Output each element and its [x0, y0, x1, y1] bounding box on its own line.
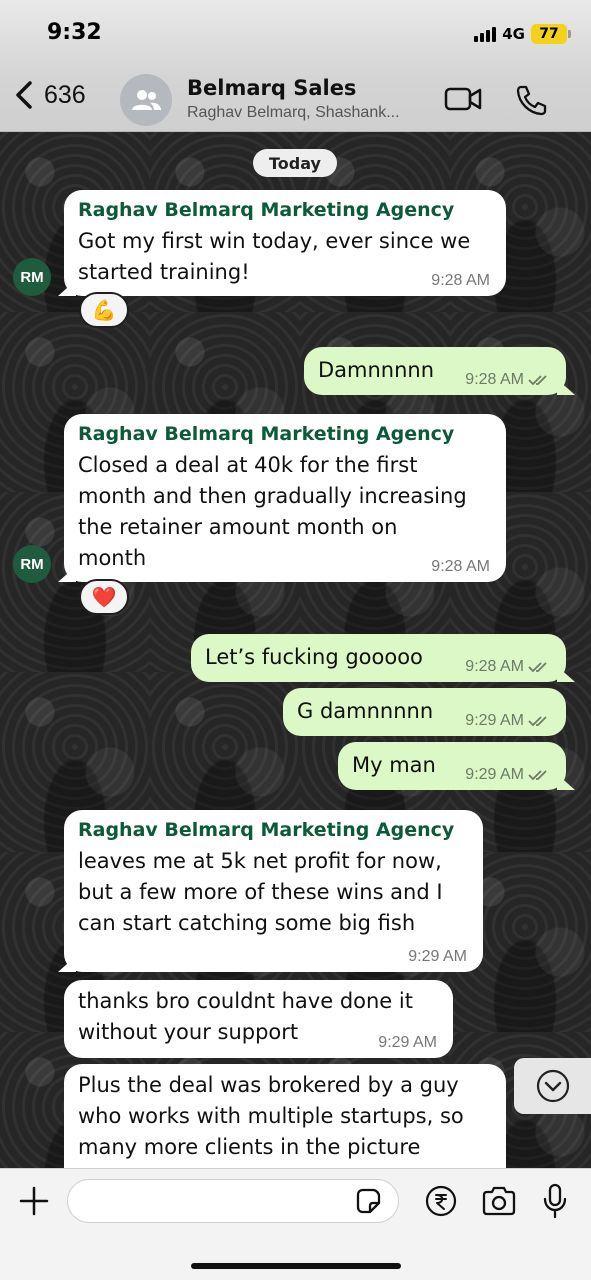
- message-time: 9:29 AM: [408, 948, 467, 965]
- camera-icon: [482, 1186, 516, 1216]
- microphone-button[interactable]: [542, 1183, 568, 1224]
- video-camera-icon: [444, 87, 482, 111]
- message-text: Damnnnnn: [318, 358, 435, 382]
- scroll-to-bottom-button[interactable]: [514, 1058, 591, 1114]
- chat-header: 9:32 4G 77 636 Belmarq Sales Raghav Belm…: [0, 0, 591, 132]
- message-incoming[interactable]: thanks bro couldnt have done it without …: [64, 980, 453, 1058]
- battery-icon: 77: [531, 24, 571, 44]
- message-time: 9:28 AM: [431, 272, 490, 289]
- chat-messages[interactable]: Today Raghav Belmarq Marketing Agency Go…: [0, 132, 591, 1168]
- message-incoming[interactable]: Raghav Belmarq Marketing Agency Got my f…: [58, 190, 506, 296]
- message-time: 9:29 AM: [465, 766, 550, 784]
- microphone-icon: [543, 1183, 567, 1219]
- group-avatar[interactable]: [120, 74, 172, 126]
- payment-button[interactable]: [425, 1185, 457, 1222]
- back-button[interactable]: 636: [14, 80, 86, 110]
- message-outgoing[interactable]: My man 9:29 AM: [338, 742, 575, 790]
- home-indicator[interactable]: [191, 1263, 401, 1269]
- video-call-button[interactable]: [444, 86, 482, 117]
- rupee-icon: [425, 1185, 457, 1217]
- sender-name: Raghav Belmarq Marketing Agency: [78, 819, 455, 841]
- reaction-badge[interactable]: ❤️: [79, 579, 129, 615]
- message-text: Got my first win today, ever since we st…: [78, 229, 471, 284]
- voice-call-button[interactable]: [514, 84, 548, 121]
- group-icon: [132, 90, 161, 110]
- date-divider: Today: [253, 149, 337, 177]
- unread-count: 636: [44, 80, 86, 109]
- message-text: Closed a deal at 40k for the first month…: [78, 453, 467, 570]
- message-text: Plus the deal was brokered by a guy who …: [78, 1073, 464, 1159]
- phone-icon: [516, 85, 547, 116]
- sticker-button[interactable]: [354, 1187, 382, 1220]
- message-text: Let’s fucking gooooo: [205, 645, 423, 669]
- message-time: 9:28 AM: [465, 371, 550, 389]
- status-indicators: 4G 77: [474, 24, 571, 44]
- double-check-icon: [528, 375, 547, 386]
- chevron-left-icon: [16, 81, 32, 109]
- message-incoming[interactable]: Raghav Belmarq Marketing Agency Closed a…: [58, 414, 506, 582]
- message-outgoing[interactable]: G damnnnnn 9:29 AM: [283, 688, 566, 736]
- message-text: G damnnnnn: [297, 699, 434, 723]
- signal-icon: [474, 26, 497, 42]
- message-time: 9:29 AM: [465, 712, 550, 730]
- message-incoming[interactable]: Plus the deal was brokered by a guy who …: [64, 1064, 506, 1168]
- message-time: 9:28 AM: [465, 658, 550, 676]
- chat-title[interactable]: Belmarq Sales: [187, 76, 356, 100]
- sender-name: Raghav Belmarq Marketing Agency: [78, 199, 455, 221]
- message-text: leaves me at 5k net profit for now, but …: [78, 849, 443, 935]
- camera-button[interactable]: [481, 1186, 517, 1221]
- message-outgoing[interactable]: Damnnnnn 9:28 AM: [304, 347, 575, 395]
- chat-participants[interactable]: Raghav Belmarq, Shashank...: [187, 104, 437, 122]
- attach-button[interactable]: [18, 1185, 50, 1222]
- message-text: My man: [352, 753, 436, 777]
- composer-bar: [0, 1168, 591, 1280]
- sticker-icon: [356, 1188, 381, 1214]
- chevron-down-circle-icon: [536, 1069, 570, 1103]
- message-time: 9:28 AM: [431, 558, 490, 575]
- battery-level: 77: [539, 26, 559, 42]
- message-incoming[interactable]: Raghav Belmarq Marketing Agency leaves m…: [58, 810, 483, 972]
- message-text: thanks bro couldnt have done it without …: [78, 989, 413, 1044]
- message-input[interactable]: [67, 1179, 399, 1223]
- network-type: 4G: [502, 25, 525, 43]
- double-check-icon: [528, 716, 547, 727]
- plus-icon: [19, 1186, 49, 1216]
- double-check-icon: [528, 662, 547, 673]
- sender-avatar[interactable]: RM: [13, 545, 51, 583]
- reaction-badge[interactable]: 💪: [79, 292, 129, 328]
- message-outgoing[interactable]: Let’s fucking gooooo 9:28 AM: [191, 634, 575, 682]
- message-time: 9:29 AM: [378, 1034, 437, 1051]
- sender-name: Raghav Belmarq Marketing Agency: [78, 423, 455, 445]
- sender-avatar[interactable]: RM: [13, 258, 51, 296]
- status-time: 9:32: [47, 20, 102, 45]
- double-check-icon: [528, 770, 547, 781]
